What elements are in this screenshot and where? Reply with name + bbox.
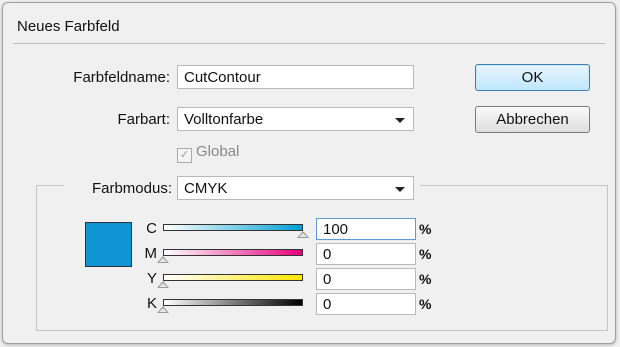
ok-button[interactable]: OK <box>475 64 590 91</box>
slider-thumb-m[interactable] <box>157 256 169 263</box>
slider-thumb-y[interactable] <box>157 281 169 288</box>
channel-label-c: C <box>146 220 157 237</box>
title-divider <box>13 43 605 44</box>
dialog-title: Neues Farbfeld <box>17 18 120 35</box>
percent-unit-m: % <box>419 246 432 262</box>
color-type-value: Volltonfarbe <box>184 111 264 128</box>
value-input-c[interactable]: 100 <box>316 218 416 240</box>
color-preview-swatch <box>85 222 132 267</box>
slider-thumb-c[interactable] <box>297 231 309 238</box>
swatch-name-label: Farbfeldname: <box>73 69 170 86</box>
percent-unit-y: % <box>419 271 432 287</box>
channel-label-y: Y <box>146 270 157 287</box>
channel-label-k: K <box>146 295 157 312</box>
swatch-name-input[interactable]: CutContour <box>177 65 414 89</box>
slider-thumb-k[interactable] <box>157 306 169 313</box>
color-mode-select[interactable]: CMYK <box>177 176 414 200</box>
global-label: Global <box>196 143 240 160</box>
color-mode-value: CMYK <box>184 180 228 197</box>
percent-unit-c: % <box>419 221 432 237</box>
slider-track-k[interactable] <box>163 299 303 306</box>
color-type-select[interactable]: Volltonfarbe <box>177 107 414 131</box>
slider-track-m[interactable] <box>163 249 303 256</box>
color-mode-label: Farbmodus: <box>91 180 172 197</box>
chevron-down-icon <box>395 118 405 123</box>
cancel-button[interactable]: Abbrechen <box>475 106 590 133</box>
value-input-k[interactable]: 0 <box>316 293 416 315</box>
global-checkbox-row[interactable]: ✓ Global <box>177 143 239 163</box>
slider-track-c[interactable] <box>163 224 303 231</box>
chevron-down-icon <box>395 187 405 192</box>
slider-track-y[interactable] <box>163 274 303 281</box>
color-type-label: Farbart: <box>117 111 170 128</box>
channel-label-m: M <box>144 245 158 262</box>
value-input-m[interactable]: 0 <box>316 243 416 265</box>
global-checkbox[interactable]: ✓ <box>177 148 192 163</box>
value-input-y[interactable]: 0 <box>316 268 416 290</box>
percent-unit-k: % <box>419 296 432 312</box>
